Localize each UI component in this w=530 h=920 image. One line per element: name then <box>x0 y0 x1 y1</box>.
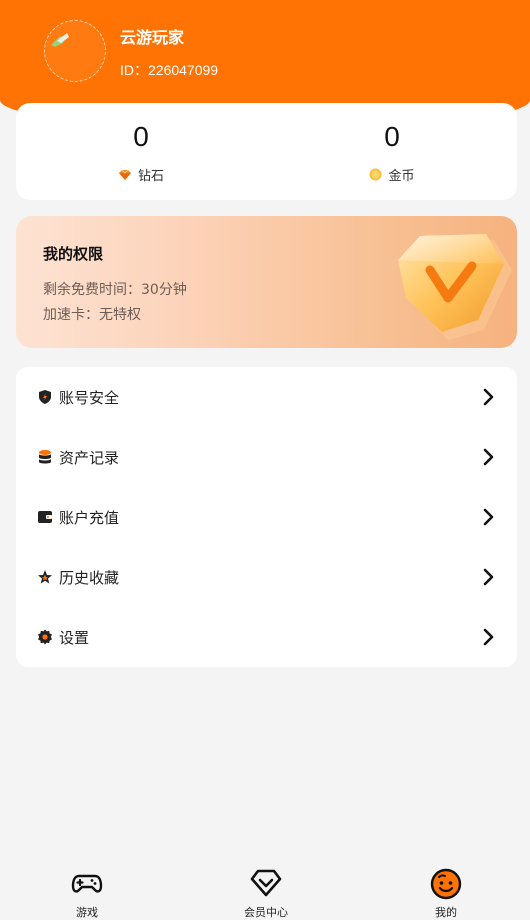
bottom-tab-bar: 游戏 会员中心 我的 <box>0 858 530 920</box>
tab-games[interactable]: 游戏 <box>37 858 137 920</box>
stats-card: 0 钻石 0 金币 <box>16 103 517 200</box>
diamond-icon <box>118 169 131 180</box>
chevron-right-icon <box>483 508 494 526</box>
diamond-stat[interactable]: 0 钻石 <box>16 103 266 200</box>
chevron-right-icon <box>483 628 494 646</box>
chevron-right-icon <box>483 568 494 586</box>
tab-vip-center[interactable]: 会员中心 <box>216 858 316 920</box>
privilege-title: 我的权限 <box>43 245 104 263</box>
menu-label: 资产记录 <box>59 449 120 467</box>
menu-label: 账号安全 <box>59 389 120 407</box>
menu-item-favorites[interactable]: 历史收藏 <box>16 547 517 607</box>
wallet-icon <box>38 511 52 523</box>
coin-label: 金币 <box>388 169 415 184</box>
menu-item-recharge[interactable]: 账户充值 <box>16 487 517 547</box>
tab-label: 游戏 <box>76 906 98 919</box>
shield-icon <box>39 390 51 404</box>
chevron-right-icon <box>483 388 494 406</box>
diamond-label: 钻石 <box>137 169 164 184</box>
tab-label: 会员中心 <box>244 906 288 919</box>
menu-item-asset-records[interactable]: 资产记录 <box>16 427 517 487</box>
free-time-remaining: 剩余免费时间：30分钟 <box>43 282 187 298</box>
coin-stat[interactable]: 0 金币 <box>267 103 517 200</box>
menu-item-account-security[interactable]: 账号安全 <box>16 367 517 427</box>
coin-count: 0 <box>384 121 400 152</box>
menu-item-settings[interactable]: 设置 <box>16 607 517 667</box>
chevron-right-icon <box>483 448 494 466</box>
vip-badge-icon <box>398 234 512 340</box>
tab-label: 我的 <box>435 906 457 919</box>
vip-diamond-icon <box>250 869 282 897</box>
avatar[interactable] <box>44 20 106 82</box>
username: 云游玩家 <box>120 28 185 47</box>
smiley-icon <box>430 868 462 900</box>
menu-list: 账号安全 资产记录 账户充值 历史收藏 设置 <box>16 367 517 667</box>
broken-image-icon <box>51 33 69 47</box>
diamond-count: 0 <box>133 121 149 152</box>
star-icon <box>38 570 52 584</box>
menu-label: 账户充值 <box>59 509 120 527</box>
gamepad-icon <box>71 874 103 893</box>
gear-icon <box>38 629 52 645</box>
tab-mine[interactable]: 我的 <box>396 858 496 920</box>
user-id: ID：226047099 <box>120 62 219 78</box>
database-icon <box>39 450 51 464</box>
privilege-card[interactable]: 我的权限 剩余免费时间：30分钟 加速卡：无特权 <box>16 216 517 348</box>
coin-icon <box>369 168 382 181</box>
speed-card-status: 加速卡：无特权 <box>43 307 141 323</box>
menu-label: 历史收藏 <box>59 569 120 587</box>
menu-label: 设置 <box>59 629 90 647</box>
